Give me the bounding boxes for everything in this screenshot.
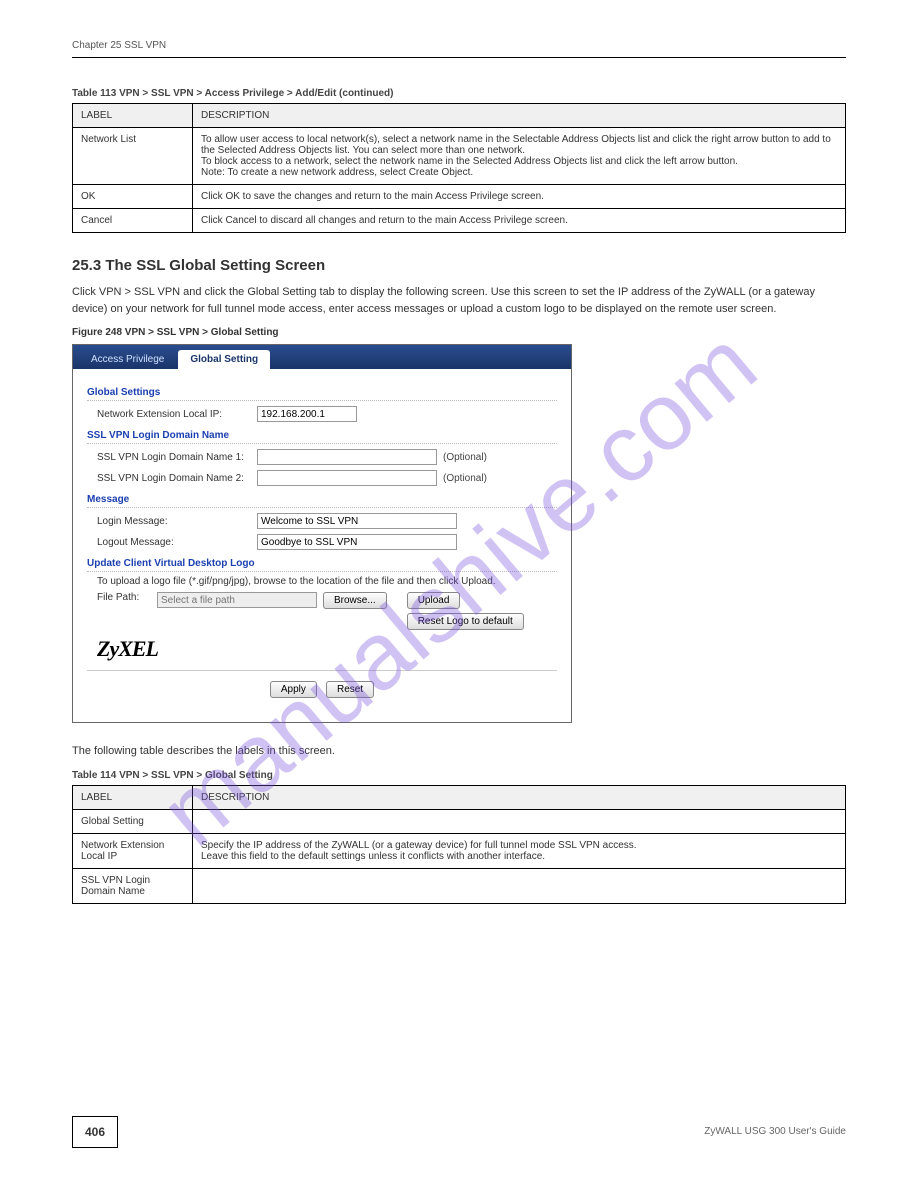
row-label: Network List	[73, 128, 193, 185]
logo-text: ZyXEL	[97, 636, 158, 661]
tab-access-privilege[interactable]: Access Privilege	[79, 350, 176, 369]
table-row: Cancel Click Cancel to discard all chang…	[73, 209, 846, 233]
optional-hint-2: (Optional)	[443, 473, 487, 484]
chapter-heading: Chapter 25 SSL VPN	[72, 40, 846, 51]
row-label: Cancel	[73, 209, 193, 233]
row-desc: Click Cancel to discard all changes and …	[193, 209, 846, 233]
section-title: 25.3 The SSL Global Setting Screen	[72, 257, 846, 274]
input-file-path[interactable]	[157, 592, 317, 608]
guide-title: ZyWALL USG 300 User's Guide	[704, 1126, 846, 1137]
upload-hint: To upload a logo file (*.gif/png/jpg), b…	[97, 576, 557, 587]
input-login-message[interactable]	[257, 513, 457, 529]
row-desc: Specify the IP address of the ZyWALL (or…	[193, 833, 846, 868]
row-desc: Click OK to save the changes and return …	[193, 185, 846, 209]
heading-global-settings: Global Settings	[87, 387, 557, 401]
table-113: LABEL DESCRIPTION Network List To allow …	[72, 103, 846, 233]
table-113-head-desc: DESCRIPTION	[193, 104, 846, 128]
browse-button[interactable]: Browse...	[323, 592, 387, 609]
apply-button[interactable]: Apply	[270, 681, 317, 698]
screenshot-figure: Access Privilege Global Setting Global S…	[72, 344, 572, 723]
label-domain-2: SSL VPN Login Domain Name 2:	[97, 473, 257, 484]
divider	[72, 57, 846, 58]
label-network-extension: Network Extension Local IP:	[97, 409, 257, 420]
table-114-caption: Table 114 VPN > SSL VPN > Global Setting	[72, 770, 846, 781]
label-domain-1: SSL VPN Login Domain Name 1:	[97, 452, 257, 463]
table-row: Global Setting	[73, 809, 846, 833]
reset-button[interactable]: Reset	[326, 681, 374, 698]
table-row: Network List To allow user access to loc…	[73, 128, 846, 185]
brand-logo: ZyXEL	[97, 636, 557, 662]
input-domain-2[interactable]	[257, 470, 437, 486]
heading-message: Message	[87, 494, 557, 508]
table-113-head-label: LABEL	[73, 104, 193, 128]
page-number: 406	[72, 1116, 118, 1148]
input-domain-1[interactable]	[257, 449, 437, 465]
optional-hint-1: (Optional)	[443, 452, 487, 463]
table-114-head-label: LABEL	[73, 785, 193, 809]
label-logout-message: Logout Message:	[97, 537, 257, 548]
label-file-path: File Path:	[97, 592, 157, 603]
row-desc	[193, 809, 846, 833]
table-row: OK Click OK to save the changes and retu…	[73, 185, 846, 209]
table-114-head-desc: DESCRIPTION	[193, 785, 846, 809]
section-body-2: The following table describes the labels…	[72, 743, 846, 760]
tab-global-setting[interactable]: Global Setting	[178, 350, 270, 369]
row-desc: To allow user access to local network(s)…	[193, 128, 846, 185]
input-network-extension-ip[interactable]	[257, 406, 357, 422]
row-label: Network Extension Local IP	[73, 833, 193, 868]
table-row: SSL VPN Login Domain Name	[73, 868, 846, 903]
row-label: OK	[73, 185, 193, 209]
figure-caption: Figure 248 VPN > SSL VPN > Global Settin…	[72, 327, 846, 338]
upload-button[interactable]: Upload	[407, 592, 461, 609]
input-logout-message[interactable]	[257, 534, 457, 550]
row-desc	[193, 868, 846, 903]
heading-update-logo: Update Client Virtual Desktop Logo	[87, 558, 557, 572]
section-body-1: Click VPN > SSL VPN and click the Global…	[72, 284, 846, 317]
label-login-message: Login Message:	[97, 516, 257, 527]
row-label: SSL VPN Login Domain Name	[73, 868, 193, 903]
reset-logo-button[interactable]: Reset Logo to default	[407, 613, 524, 630]
row-label: Global Setting	[73, 809, 193, 833]
table-114: LABEL DESCRIPTION Global Setting Network…	[72, 785, 846, 904]
table-row: Network Extension Local IP Specify the I…	[73, 833, 846, 868]
heading-ssl-login-domain: SSL VPN Login Domain Name	[87, 430, 557, 444]
table-113-caption: Table 113 VPN > SSL VPN > Access Privile…	[72, 88, 846, 99]
